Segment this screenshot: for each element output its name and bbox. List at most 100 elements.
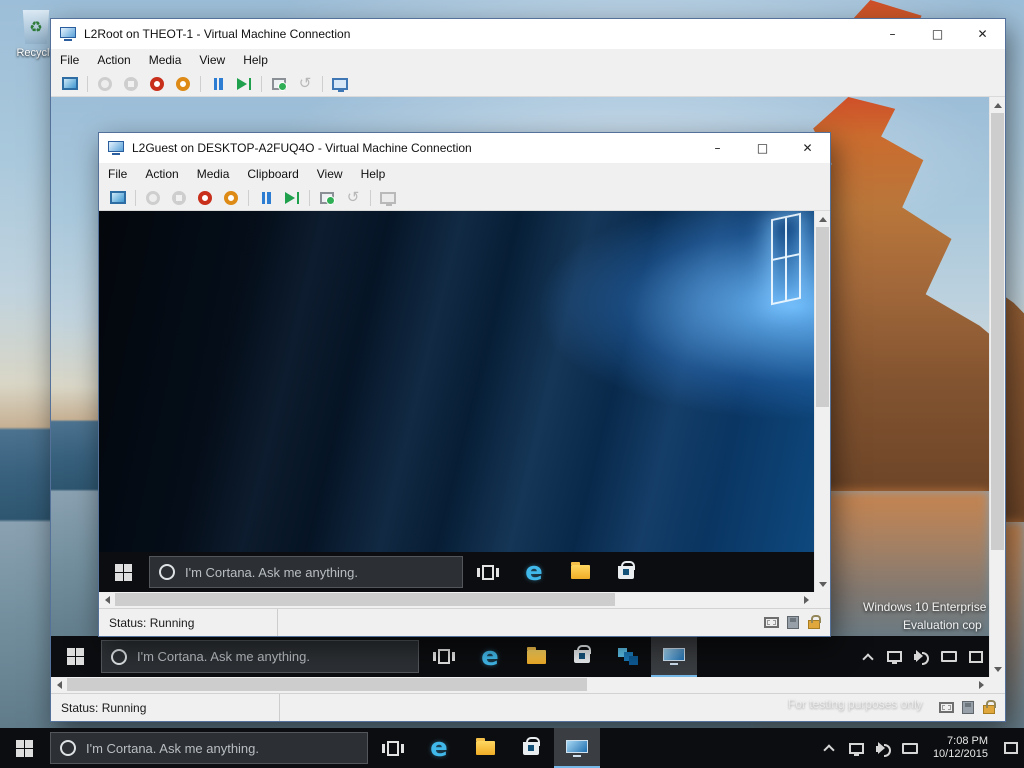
host-start-button[interactable] bbox=[0, 728, 48, 768]
monitor-screen bbox=[108, 141, 124, 152]
l2root-task-view-button[interactable] bbox=[421, 636, 467, 677]
scroll-up-button[interactable] bbox=[990, 97, 1006, 113]
save-button[interactable] bbox=[148, 74, 166, 94]
scroll-down-icon bbox=[994, 667, 1002, 672]
outer-vm-display[interactable]: Windows 10 Enterprise In Evaluation cop … bbox=[51, 97, 989, 677]
host-file-explorer-button[interactable] bbox=[462, 728, 508, 768]
host-action-center-button[interactable] bbox=[997, 728, 1024, 768]
l2root-edge-button[interactable]: e bbox=[467, 636, 513, 677]
reset-button[interactable] bbox=[222, 188, 240, 208]
evaluation-watermark-line1: Windows 10 Enterprise In bbox=[863, 600, 989, 614]
save-icon bbox=[150, 77, 164, 91]
ctrl-alt-del-button[interactable] bbox=[109, 188, 127, 208]
inner-vm-display[interactable]: I'm Cortana. Ask me anything. e bbox=[99, 211, 814, 592]
outer-vertical-scrollbar[interactable] bbox=[989, 97, 1005, 677]
inner-menu-help[interactable]: Help bbox=[352, 163, 395, 185]
l2root-store-button[interactable] bbox=[559, 636, 605, 677]
inner-horizontal-scrollbar[interactable] bbox=[99, 592, 830, 608]
inner-menu-clipboard[interactable]: Clipboard bbox=[238, 163, 307, 185]
revert-button[interactable]: ↺ bbox=[344, 188, 362, 208]
l2root-keyboard-button[interactable] bbox=[935, 636, 962, 677]
l2root-file-explorer-button[interactable] bbox=[513, 636, 559, 677]
l2root-start-button[interactable] bbox=[51, 636, 99, 677]
scroll-left-icon bbox=[57, 681, 62, 689]
inner-close-button[interactable]: ✕ bbox=[785, 133, 830, 163]
scroll-down-button[interactable] bbox=[990, 661, 1006, 677]
host-search-box[interactable]: I'm Cortana. Ask me anything. bbox=[50, 732, 368, 764]
outer-titlebar[interactable]: L2Root on THEOT-1 - Virtual Machine Conn… bbox=[51, 19, 1005, 49]
host-volume-button[interactable] bbox=[870, 728, 897, 768]
reset-button[interactable] bbox=[174, 74, 192, 94]
host-store-button[interactable] bbox=[508, 728, 554, 768]
outer-vscroll-thumb[interactable] bbox=[991, 113, 1004, 550]
l2guest-search-box[interactable]: I'm Cortana. Ask me anything. bbox=[149, 556, 463, 588]
revert-icon: ↺ bbox=[299, 76, 312, 91]
start-button[interactable] bbox=[235, 74, 253, 94]
host-tray-chevron[interactable] bbox=[816, 728, 843, 768]
scroll-down-button[interactable] bbox=[815, 576, 831, 592]
outer-menu-action[interactable]: Action bbox=[88, 49, 139, 71]
inner-maximize-button[interactable]: □ bbox=[740, 133, 785, 163]
scroll-right-button[interactable] bbox=[798, 592, 814, 608]
inner-menu-action[interactable]: Action bbox=[136, 163, 187, 185]
l2root-action-center-button[interactable] bbox=[962, 636, 989, 677]
l2root-volume-button[interactable] bbox=[908, 636, 935, 677]
l2guest-file-explorer-button[interactable] bbox=[557, 552, 603, 592]
shut-down-button[interactable] bbox=[122, 74, 140, 94]
host-task-view-button[interactable] bbox=[370, 728, 416, 768]
l2guest-taskbar: I'm Cortana. Ask me anything. e bbox=[99, 552, 814, 592]
pause-button[interactable] bbox=[257, 188, 275, 208]
outer-horizontal-scrollbar[interactable] bbox=[51, 677, 1005, 693]
l2guest-store-button[interactable] bbox=[603, 552, 649, 592]
inner-hscroll-thumb[interactable] bbox=[115, 593, 615, 606]
checkpoint-button[interactable] bbox=[270, 74, 288, 94]
inner-titlebar[interactable]: L2Guest on DESKTOP-A2FUQ4O - Virtual Mac… bbox=[99, 133, 830, 163]
l2root-vmconnect-button[interactable] bbox=[651, 636, 697, 677]
enhanced-session-button[interactable] bbox=[379, 188, 397, 208]
outer-menu-media[interactable]: Media bbox=[140, 49, 191, 71]
evaluation-watermark-line2: Evaluation cop bbox=[903, 618, 982, 632]
host-network-button[interactable] bbox=[843, 728, 870, 768]
turn-off-button[interactable] bbox=[144, 188, 162, 208]
scroll-left-button[interactable] bbox=[51, 677, 67, 693]
scroll-left-button[interactable] bbox=[99, 592, 115, 608]
checkpoint-button[interactable] bbox=[318, 188, 336, 208]
l2root-network-button[interactable] bbox=[881, 636, 908, 677]
l2root-tray-chevron[interactable] bbox=[854, 636, 881, 677]
inner-minimize-button[interactable]: – bbox=[695, 133, 740, 163]
enhanced-session-button[interactable] bbox=[331, 74, 349, 94]
host-keyboard-button[interactable] bbox=[897, 728, 924, 768]
save-button[interactable] bbox=[196, 188, 214, 208]
ctrl-alt-del-button[interactable] bbox=[61, 74, 79, 94]
host-vmconnect-button[interactable] bbox=[554, 728, 600, 768]
task-view-icon bbox=[433, 649, 455, 664]
l2guest-edge-button[interactable]: e bbox=[511, 552, 557, 592]
l2root-hyperv-manager-button[interactable] bbox=[605, 636, 651, 677]
turn-off-button[interactable] bbox=[96, 74, 114, 94]
scroll-up-button[interactable] bbox=[815, 211, 831, 227]
inner-vscroll-thumb[interactable] bbox=[816, 227, 829, 407]
host-clock[interactable]: 7:08 PM 10/12/2015 bbox=[924, 728, 997, 768]
pause-button[interactable] bbox=[209, 74, 227, 94]
inner-menu-file[interactable]: File bbox=[99, 163, 136, 185]
disk-icon bbox=[787, 616, 799, 629]
outer-minimize-button[interactable]: – bbox=[870, 19, 915, 49]
outer-menu-help[interactable]: Help bbox=[234, 49, 277, 71]
outer-close-button[interactable]: ✕ bbox=[960, 19, 1005, 49]
l2guest-start-button[interactable] bbox=[99, 552, 147, 592]
revert-button[interactable]: ↺ bbox=[296, 74, 314, 94]
outer-maximize-button[interactable]: □ bbox=[915, 19, 960, 49]
host-edge-button[interactable]: e bbox=[416, 728, 462, 768]
l2guest-task-view-button[interactable] bbox=[465, 552, 511, 592]
scroll-right-button[interactable] bbox=[973, 677, 989, 693]
outer-menu-file[interactable]: File bbox=[51, 49, 88, 71]
start-button[interactable] bbox=[283, 188, 301, 208]
inner-menu-media[interactable]: Media bbox=[188, 163, 239, 185]
scroll-right-icon bbox=[979, 681, 984, 689]
l2root-search-box[interactable]: I'm Cortana. Ask me anything. bbox=[101, 640, 419, 673]
shut-down-button[interactable] bbox=[170, 188, 188, 208]
outer-menu-view[interactable]: View bbox=[190, 49, 234, 71]
inner-menu-view[interactable]: View bbox=[308, 163, 352, 185]
outer-hscroll-thumb[interactable] bbox=[67, 678, 587, 691]
inner-vertical-scrollbar[interactable] bbox=[814, 211, 830, 592]
